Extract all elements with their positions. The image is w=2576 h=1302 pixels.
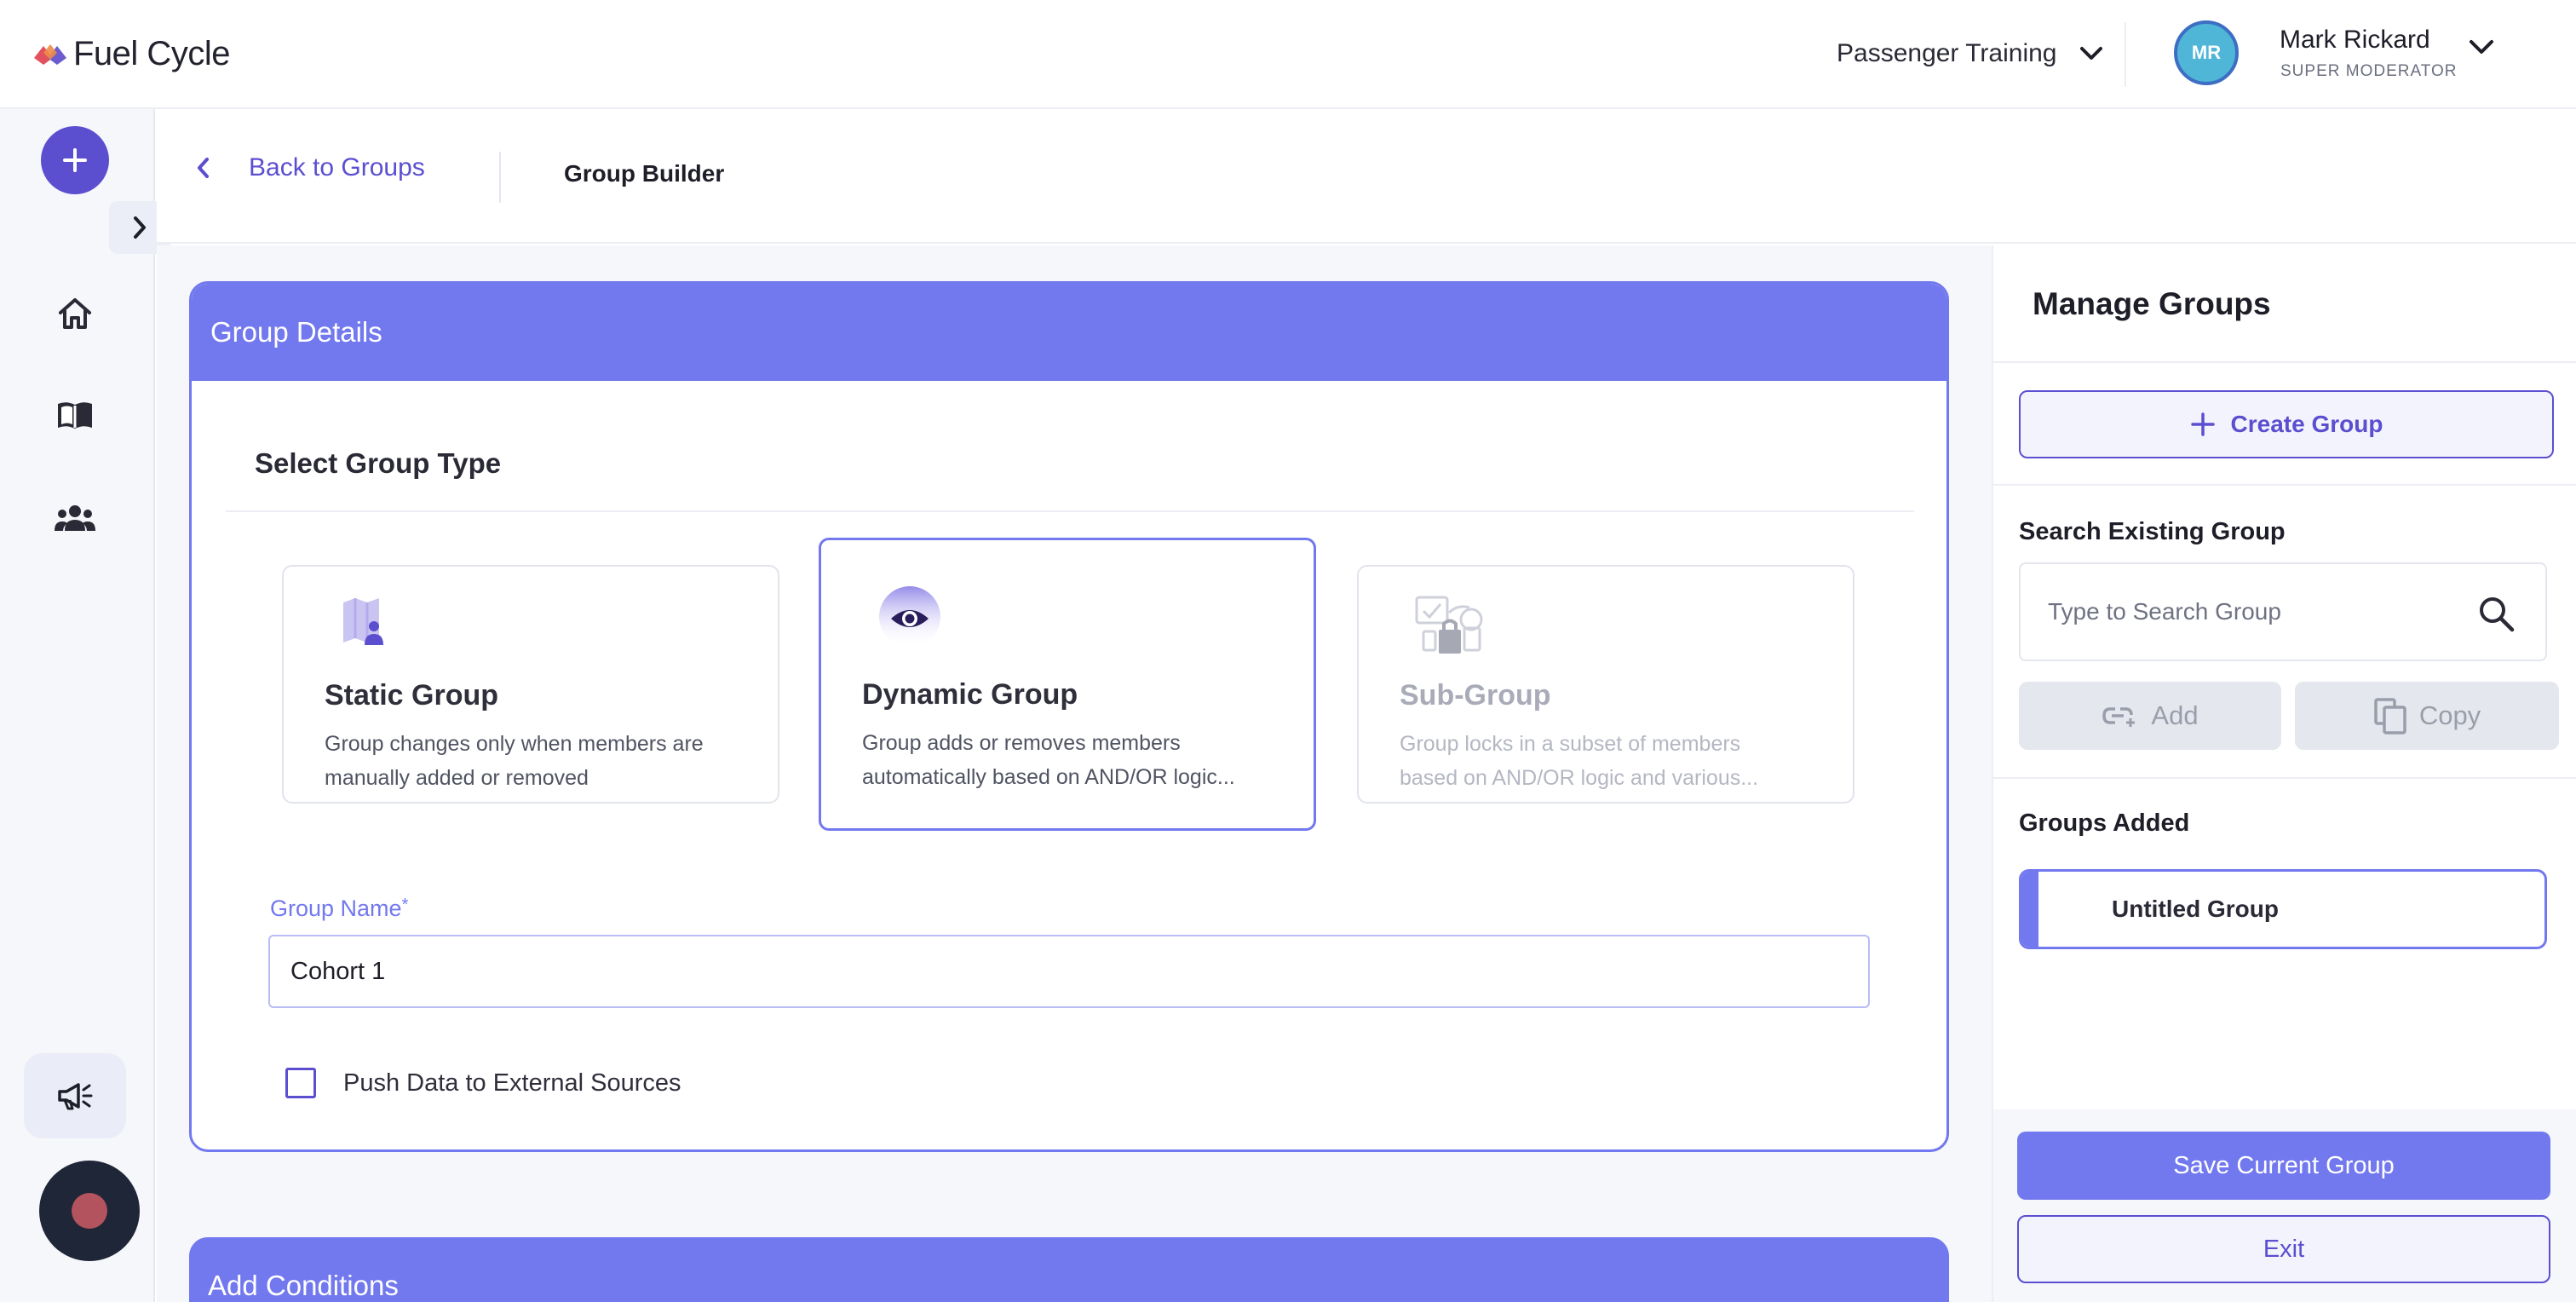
- book-icon: [58, 402, 92, 429]
- brand-name: Fuel Cycle: [73, 34, 230, 72]
- create-group-label: Create Group: [2230, 411, 2383, 437]
- group-chip-accent: [2021, 872, 2038, 947]
- group-name-input[interactable]: [268, 935, 1870, 1008]
- add-conditions-card: Add Conditions: [189, 1237, 1949, 1302]
- home-icon: [59, 298, 91, 329]
- add-group-button[interactable]: Add: [2019, 682, 2281, 750]
- description-line: Group locks in a subset of members: [1400, 732, 1741, 756]
- link-plus-icon: [2102, 707, 2136, 727]
- group-type-sub: Sub-Group Group locks in a subset of mem…: [1357, 565, 1854, 804]
- push-data-checkbox[interactable]: [285, 1068, 316, 1098]
- group-type-dynamic[interactable]: Dynamic Group Group adds or removes memb…: [819, 538, 1316, 831]
- group-type-name: Dynamic Group: [862, 678, 1078, 711]
- eye-icon: [877, 586, 946, 648]
- plus-icon: [63, 148, 87, 172]
- save-current-group-button[interactable]: Save Current Group: [2017, 1132, 2550, 1200]
- group-type-description: Group changes only when members are manu…: [325, 727, 750, 795]
- group-details-header: Group Details: [192, 284, 1946, 381]
- copy-icon: [2374, 698, 2406, 735]
- copy-group-button[interactable]: Copy: [2295, 682, 2559, 750]
- add-label: Add: [2151, 700, 2199, 730]
- user-name: Mark Rickard: [2280, 26, 2430, 54]
- chevron-left-icon: [198, 158, 209, 178]
- sub-header-divider: [499, 152, 501, 203]
- header-divider: [2125, 22, 2126, 87]
- lock-clipboard-icon: [1415, 596, 1485, 659]
- megaphone-icon: [58, 1083, 93, 1110]
- push-data-label: Push Data to External Sources: [343, 1069, 681, 1097]
- search-group-field: [2019, 562, 2547, 661]
- create-new-button[interactable]: [41, 126, 109, 194]
- panel-divider: [1993, 484, 2576, 486]
- sub-header: [157, 111, 2576, 244]
- manage-groups-title: Manage Groups: [2033, 286, 2271, 321]
- group-details-title: Group Details: [210, 316, 382, 348]
- group-name-label-text: Group Name: [270, 896, 402, 921]
- exit-button[interactable]: Exit: [2017, 1215, 2550, 1283]
- back-to-groups-link[interactable]: Back to Groups: [196, 153, 425, 182]
- record-icon: [72, 1193, 107, 1229]
- groups-added-label: Groups Added: [2019, 809, 2190, 837]
- description-line: automatically based on AND/OR logic...: [862, 765, 1235, 789]
- avatar[interactable]: MR: [2174, 20, 2239, 85]
- push-data-option[interactable]: Push Data to External Sources: [285, 1068, 681, 1098]
- plus-icon: [2190, 412, 2215, 436]
- search-existing-label: Search Existing Group: [2019, 518, 2286, 545]
- group-chip-name: Untitled Group: [2112, 896, 2279, 922]
- panel-divider: [1993, 777, 2576, 779]
- exit-label: Exit: [2263, 1235, 2305, 1263]
- chevron-down-icon: [2079, 47, 2102, 60]
- user-menu-toggle[interactable]: [2469, 39, 2494, 56]
- description-line: based on AND/OR logic and various...: [1400, 766, 1759, 790]
- announcements-button[interactable]: [24, 1053, 126, 1138]
- fuel-cycle-logo-icon: [34, 44, 66, 65]
- record-button[interactable]: [39, 1161, 140, 1261]
- save-label: Save Current Group: [2173, 1151, 2395, 1179]
- workspace-name: Passenger Training: [1837, 39, 2057, 67]
- select-group-type-title: Select Group Type: [255, 447, 502, 479]
- people-icon: [55, 505, 95, 531]
- required-mark: *: [401, 896, 409, 914]
- workspace-selector[interactable]: Passenger Training: [1837, 32, 2103, 75]
- description-line: Group changes only when members are: [325, 732, 704, 756]
- create-group-button[interactable]: Create Group: [2019, 390, 2554, 458]
- back-label: Back to Groups: [249, 153, 425, 181]
- search-group-input[interactable]: [2048, 598, 2457, 625]
- description-line: Group adds or removes members: [862, 731, 1181, 755]
- chevron-down-icon: [2470, 40, 2493, 54]
- copy-label: Copy: [2418, 700, 2481, 730]
- panel-divider: [1993, 361, 2576, 363]
- user-role: SUPER MODERATOR: [2280, 62, 2458, 80]
- page-title: Group Builder: [564, 160, 725, 187]
- list-item[interactable]: Untitled Group: [2019, 869, 2547, 949]
- group-name-label: Group Name*: [270, 896, 408, 922]
- sidebar-item-groups[interactable]: [53, 496, 97, 540]
- description-line: manually added or removed: [325, 766, 589, 790]
- search-button[interactable]: [2477, 595, 2515, 632]
- add-conditions-title: Add Conditions: [208, 1270, 399, 1301]
- sidebar-item-home[interactable]: [53, 291, 97, 336]
- group-type-description: Group adds or removes members automatica…: [862, 726, 1288, 794]
- sidebar-item-library[interactable]: [53, 394, 97, 438]
- brand-logo[interactable]: Fuel Cycle: [34, 32, 230, 75]
- group-type-description: Group locks in a subset of members based…: [1400, 727, 1826, 795]
- chevron-right-icon: [134, 216, 146, 239]
- search-icon: [2480, 597, 2515, 632]
- group-details-card: Group Details Select Group Type Static G…: [189, 281, 1949, 1152]
- group-type-static[interactable]: Static Group Group changes only when mem…: [282, 565, 779, 804]
- map-user-icon: [340, 596, 391, 648]
- group-type-name: Static Group: [325, 679, 499, 711]
- section-divider: [226, 510, 1914, 512]
- group-type-name: Sub-Group: [1400, 679, 1551, 711]
